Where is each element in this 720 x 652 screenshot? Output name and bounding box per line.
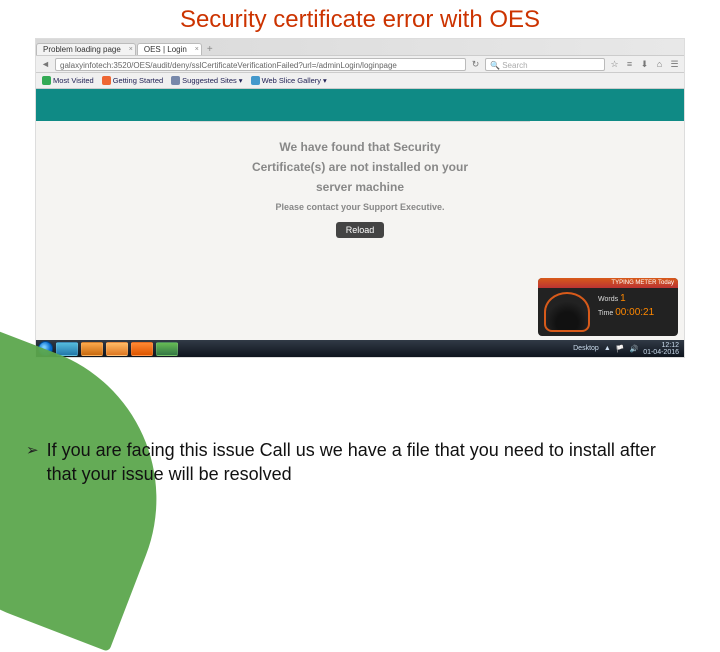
clock-time: 12:12 [643,342,679,349]
meter-stats: Words 1 Time 00:00:21 [598,292,654,320]
bookmark-label: Getting Started [113,76,163,85]
bookmark-most-visited[interactable]: Most Visited [42,76,94,85]
slide-bullet: ➢ If you are facing this issue Call us w… [26,439,690,486]
tab-label: OES | Login [144,45,187,54]
typing-meter-widget[interactable]: TYPING METER Today Words 1 Time 00:00:21 [538,278,678,336]
taskbar-app-explorer[interactable] [81,342,103,356]
taskbar-app-ie[interactable] [56,342,78,356]
back-icon[interactable]: ◄ [40,59,51,70]
bullet-marker-icon: ➢ [26,439,39,486]
browser-screenshot: Problem loading page × OES | Login × + ◄… [35,38,685,358]
bookmark-icon [102,76,111,85]
browser-tab-strip: Problem loading page × OES | Login × + [36,39,684,55]
taskbar-app-media[interactable] [106,342,128,356]
bookmark-icon [171,76,180,85]
search-icon: 🔍 [490,61,500,70]
reload-button[interactable]: Reload [336,222,385,238]
bookmarks-bar: Most Visited Getting Started Suggested S… [36,73,684,89]
meter-words-value: 1 [620,293,626,304]
close-icon[interactable]: × [195,46,199,53]
close-icon[interactable]: × [129,46,133,53]
taskbar-app-firefox[interactable] [131,342,153,356]
bookmark-icon [42,76,51,85]
tab-label: Problem loading page [43,45,121,54]
desktop-label[interactable]: Desktop [573,345,599,352]
bookmark-label: Web Slice Gallery [262,76,321,85]
download-icon[interactable]: ⬇ [639,59,650,70]
taskbar-app-other[interactable] [156,342,178,356]
error-line-2: Certificate(s) are not installed on your [36,160,684,174]
list-icon[interactable]: ≡ [624,59,635,70]
slide-title: Security certificate error with OES [0,0,720,38]
menu-icon[interactable]: ☰ [669,59,680,70]
address-bar: ◄ galaxyinfotech:3520/OES/audit/deny/ssl… [36,55,684,73]
bullet-text: If you are facing this issue Call us we … [47,439,690,486]
windows-taskbar: Desktop ▲ 🏳️ 🔊 12:12 01-04-2016 [36,340,684,357]
bookmark-icon [251,76,260,85]
browser-tab-0[interactable]: Problem loading page × [36,43,136,55]
bookmark-label: Most Visited [53,76,94,85]
tray-expand-icon[interactable]: ▲ [604,345,611,352]
tray-icon[interactable]: 🏳️ [616,345,625,353]
gauge-icon [544,292,590,332]
bookmark-suggested-sites[interactable]: Suggested Sites ▾ [171,76,242,85]
search-input[interactable]: 🔍 Search [485,58,605,71]
search-placeholder-text: Search [502,61,527,70]
browser-tab-1[interactable]: OES | Login × [137,43,202,55]
meter-time-value: 00:00:21 [615,307,654,318]
error-line-1: We have found that Security [36,140,684,154]
taskbar-clock[interactable]: 12:12 01-04-2016 [643,342,679,356]
meter-time-label: Time [598,310,613,317]
home-icon[interactable]: ⌂ [654,59,665,70]
divider [190,121,530,122]
bookmark-label: Suggested Sites [182,76,237,85]
bookmark-web-slice[interactable]: Web Slice Gallery ▾ [251,76,327,85]
clock-date: 01-04-2016 [643,349,679,356]
app-header-bar [36,89,684,121]
error-subtext: Please contact your Support Executive. [36,202,684,212]
star-icon[interactable]: ☆ [609,59,620,70]
system-tray: Desktop ▲ 🏳️ 🔊 12:12 01-04-2016 [573,342,682,356]
url-input[interactable]: galaxyinfotech:3520/OES/audit/deny/sslCe… [55,58,466,71]
new-tab-button[interactable]: + [203,44,217,55]
bookmark-getting-started[interactable]: Getting Started [102,76,163,85]
tray-icon[interactable]: 🔊 [629,345,638,353]
meter-words-label: Words [598,296,618,303]
meter-title: TYPING METER Today [538,278,678,288]
refresh-icon[interactable]: ↻ [470,59,481,70]
error-line-3: server machine [36,180,684,194]
